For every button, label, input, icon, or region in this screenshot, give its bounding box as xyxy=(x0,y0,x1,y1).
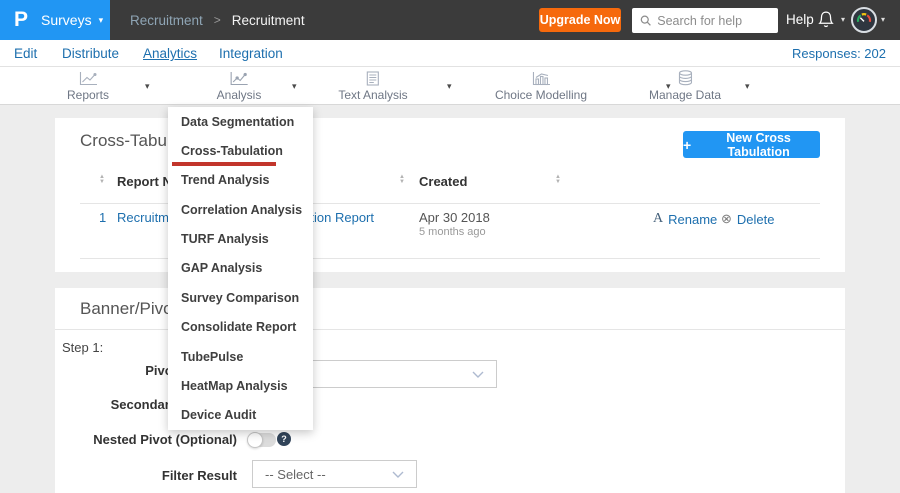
filter-result-select[interactable]: -- Select -- xyxy=(252,460,417,488)
toolbar-item-label: Reports xyxy=(66,87,110,102)
column-header-created[interactable]: Created xyxy=(419,174,467,189)
menu-item-tubepulse[interactable]: TubePulse xyxy=(168,342,313,371)
chevron-down-icon[interactable]: ▾ xyxy=(881,15,885,24)
product-label: Surveys xyxy=(41,12,92,28)
app-window: P Surveys ▾ Recruitment > Recruitment Up… xyxy=(0,0,900,493)
nav-tab-edit[interactable]: Edit xyxy=(14,46,37,61)
help-search-box xyxy=(632,8,778,33)
bar-chart-icon xyxy=(532,71,550,85)
toolbar-item-label: Analysis xyxy=(216,87,262,102)
responses-count-link[interactable]: Responses: 202 xyxy=(792,46,886,61)
search-input[interactable] xyxy=(657,13,770,28)
rename-letter-icon: A xyxy=(653,211,664,226)
delete-button[interactable]: ⊗ Delete xyxy=(721,211,774,227)
delete-label: Delete xyxy=(736,211,775,227)
rename-button[interactable]: A Rename xyxy=(653,211,717,227)
top-bar: P Surveys ▾ Recruitment > Recruitment Up… xyxy=(0,0,900,40)
created-relative: 5 months ago xyxy=(419,226,486,238)
menu-item-consolidate-report[interactable]: Consolidate Report xyxy=(168,313,313,342)
new-cross-tabulation-button[interactable]: + New Cross Tabulation xyxy=(683,130,820,159)
product-switcher[interactable]: P Surveys ▾ xyxy=(0,0,110,40)
analytics-toolbar: Reports ▾ Analysis ▾ Text Analysis ▾ Cho… xyxy=(0,67,900,172)
rename-label: Rename xyxy=(668,211,718,227)
nav-tab-integration[interactable]: Integration xyxy=(219,46,283,61)
chevron-down-icon[interactable]: ▾ xyxy=(841,15,845,24)
menu-item-heatmap-analysis[interactable]: HeatMap Analysis xyxy=(168,371,313,400)
toolbar-item-analysis[interactable]: Analysis xyxy=(216,67,262,105)
annotation-underline xyxy=(172,162,276,166)
toolbar-item-label: Choice Modelling xyxy=(494,87,588,102)
breadcrumb: Recruitment > Recruitment xyxy=(130,0,305,40)
nested-pivot-toggle[interactable] xyxy=(247,432,276,448)
menu-item-trend-analysis[interactable]: Trend Analysis xyxy=(168,166,313,195)
created-date: Apr 30 2018 xyxy=(419,210,490,225)
survey-nav: Edit Distribute Analytics Integration Re… xyxy=(0,40,900,67)
document-icon xyxy=(366,70,380,86)
analysis-chart-icon xyxy=(230,71,248,85)
menu-item-gap-analysis[interactable]: GAP Analysis xyxy=(168,254,313,283)
filter-result-select-value: -- Select -- xyxy=(265,466,326,482)
nav-tab-distribute[interactable]: Distribute xyxy=(62,46,119,61)
toggle-knob xyxy=(247,432,263,448)
toolbar-item-choice-modelling[interactable]: Choice Modelling xyxy=(495,67,587,105)
sort-toggle-icon[interactable]: ▲ ▼ xyxy=(399,174,405,185)
toolbar-item-label: Manage Data xyxy=(648,88,722,102)
new-cross-tabulation-label: New Cross Tabulation xyxy=(726,130,791,159)
toolbar-item-label: Text Analysis xyxy=(338,87,408,102)
chevron-down-icon: ▾ xyxy=(98,14,104,25)
breadcrumb-parent[interactable]: Recruitment xyxy=(130,13,203,28)
sort-toggle-icon[interactable]: ▲ ▼ xyxy=(555,174,561,185)
notifications-bell-icon[interactable] xyxy=(817,10,835,34)
sort-toggle-icon[interactable]: ▲ ▼ xyxy=(99,174,105,185)
toolbar-item-manage-data[interactable]: Manage Data xyxy=(649,67,721,105)
help-link[interactable]: Help xyxy=(786,12,814,27)
menu-item-correlation-analysis[interactable]: Correlation Analysis xyxy=(168,195,313,224)
breadcrumb-separator-icon: > xyxy=(213,13,221,27)
plus-icon: + xyxy=(683,136,692,153)
database-icon xyxy=(678,70,692,86)
step-label: Step 1: xyxy=(62,340,104,355)
chevron-down-icon xyxy=(472,371,484,378)
help-question-icon[interactable]: ? xyxy=(277,432,291,446)
nested-pivot-label: Nested Pivot (Optional) xyxy=(93,432,237,447)
upgrade-now-button[interactable]: Upgrade Now xyxy=(539,8,621,32)
account-avatar[interactable] xyxy=(851,7,877,33)
menu-item-survey-comparison[interactable]: Survey Comparison xyxy=(168,283,313,312)
chevron-down-icon[interactable]: ▾ xyxy=(745,81,750,92)
chevron-down-icon[interactable]: ▾ xyxy=(145,81,150,92)
search-icon xyxy=(640,15,651,26)
row-index: 1 xyxy=(99,210,107,225)
line-chart-icon xyxy=(79,71,97,85)
chevron-down-icon xyxy=(392,471,404,478)
breadcrumb-current: Recruitment xyxy=(231,12,305,28)
gauge-logo-icon xyxy=(854,10,874,30)
toolbar-item-text-analysis[interactable]: Text Analysis xyxy=(338,67,408,105)
brand-logo: P xyxy=(14,8,29,31)
filter-result-label: Filter Result xyxy=(161,468,237,483)
toolbar-item-reports[interactable]: Reports xyxy=(67,67,109,105)
menu-item-turf-analysis[interactable]: TURF Analysis xyxy=(168,224,313,253)
menu-item-device-audit[interactable]: Device Audit xyxy=(168,401,313,430)
analysis-dropdown-menu: Data Segmentation Cross-Tabulation Trend… xyxy=(168,107,313,430)
chevron-down-icon[interactable]: ▾ xyxy=(292,81,297,92)
menu-item-data-segmentation[interactable]: Data Segmentation xyxy=(168,107,313,136)
delete-circle-icon: ⊗ xyxy=(721,211,732,226)
chevron-down-icon[interactable]: ▾ xyxy=(447,81,452,92)
nav-tab-analytics[interactable]: Analytics xyxy=(143,46,197,61)
